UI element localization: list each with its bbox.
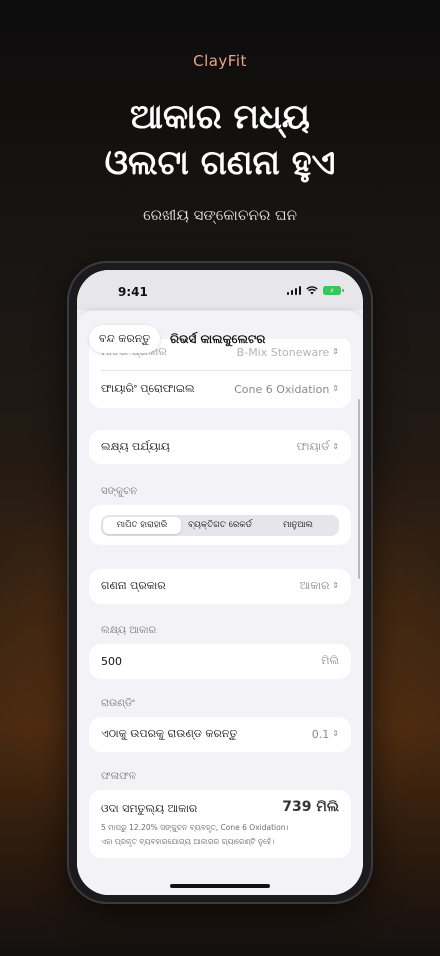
calc-type-label: ଗଣନା ପ୍ରକାର — [101, 579, 166, 592]
brand-name: ClayFit — [193, 52, 247, 70]
stage-card: ଲକ୍ଷ୍ୟ ପର୍ଯ୍ୟାୟ ଫାୟାର୍ଡ ⇕ — [89, 430, 351, 464]
firing-profile-label: ଫାୟାରିଂ ପ୍ରୋଫାଇଲ — [101, 382, 195, 395]
target-stage-value: ଫାୟାର୍ଡ ⇕ — [296, 440, 339, 453]
calc-type-value: ଆକାର ⇕ — [299, 579, 339, 592]
promo-headline: ଆକାର ମଧ୍ୟ ଓଲଟା ଗଣନା ହୁଏ — [0, 94, 440, 186]
promo-subtitle: ରେଖୀୟ ସଙ୍କୋଚନର ଘନ — [143, 206, 297, 224]
rounding-label: ଏଠାକୁ ଉପରକୁ ରାଉଣ୍ଡ କରନ୍ତୁ — [101, 727, 238, 740]
result-note-line-1: 5 ମାପରୁ 12.20% ସଙ୍କୁଚନ ବ୍ୟବହୃତ, Cone 6 O… — [101, 823, 289, 832]
rounding-section-title: ରାଉଣ୍ଡିଂ — [101, 698, 135, 709]
rounding-value: 0.1 ⇕ — [311, 727, 339, 741]
headline-line-1: ଆକାର ମଧ୍ୟ — [130, 97, 310, 137]
headline-line-2: ଓଲଟା ଗଣନା ହୁଏ — [104, 143, 336, 183]
target-stage-row[interactable]: ଲକ୍ଷ୍ୟ ପର୍ଯ୍ୟାୟ ଫାୟାର୍ଡ ⇕ — [101, 440, 339, 454]
form-scroll-area[interactable]: ମାଟିର ପ୍ରକାର B-Mix Stoneware⇕ ଫାୟାରିଂ ପ୍… — [77, 339, 363, 895]
cellular-signal-icon — [286, 286, 301, 295]
phone-frame: 9:41 ⚡ ବନ୍ଦ କରନ୍ତୁ ରିଭର୍ସ କାଲକୁଲେଟର B-Mi… — [67, 261, 373, 904]
target-size-section-title: ଲକ୍ଷ୍ୟ ଆକାର — [101, 625, 157, 636]
result-label: ଓଦା ସମତୁଲ୍ୟ ଆକାର — [101, 802, 198, 815]
chevron-updown-icon: ⇕ — [332, 384, 339, 393]
rounding-card: ଏଠାକୁ ଉପରକୁ ରାଉଣ୍ଡ କରନ୍ତୁ 0.1 ⇕ — [89, 717, 351, 752]
firing-profile-value: Cone 6 Oxidation ⇕ — [234, 382, 339, 396]
segment-manual[interactable]: ମାନୁଆଲ — [259, 517, 337, 534]
battery-charging-icon: ⚡ — [323, 286, 344, 295]
result-section-title: ଫଳାଫଳ — [101, 771, 136, 782]
target-stage-label: ଲକ୍ଷ୍ୟ ପର୍ଯ୍ୟାୟ — [101, 440, 170, 453]
chevron-updown-icon: ⇕ — [332, 581, 339, 590]
sheet-title: ରିଭର୍ସ କାଲକୁଲେଟର — [170, 332, 266, 346]
close-button[interactable]: ବନ୍ଦ କରନ୍ତୁ — [89, 325, 161, 353]
result-note-line-2: ଏହା ପ୍ରକୃତ ବ୍ୟବହାରଯୋଗ୍ୟ ଆକାରର ଗ୍ୟାରେଣ୍ଟି… — [101, 837, 275, 846]
target-size-row[interactable]: 500 ମିଲି — [101, 654, 339, 668]
chevron-updown-icon: ⇕ — [332, 442, 339, 451]
target-size-unit: ମିଲି — [321, 654, 339, 667]
result-card: ଓଦା ସମତୁଲ୍ୟ ଆକାର 739 ମିଲି 5 ମାପରୁ 12.20%… — [89, 790, 351, 858]
calc-type-card: ଗଣନା ପ୍ରକାର ଆକାର ⇕ — [89, 569, 351, 604]
rounding-row[interactable]: ଏଠାକୁ ଉପରକୁ ରାଉଣ୍ଡ କରନ୍ତୁ 0.1 ⇕ — [101, 727, 339, 741]
phone-screen: 9:41 ⚡ ବନ୍ଦ କରନ୍ତୁ ରିଭର୍ସ କାଲକୁଲେଟର B-Mi… — [77, 270, 363, 895]
status-bar: 9:41 ⚡ — [77, 270, 363, 310]
firing-profile-row[interactable]: ଫାୟାରିଂ ପ୍ରୋଫାଇଲ Cone 6 Oxidation ⇕ — [101, 382, 339, 396]
target-size-card: 500 ମିଲି — [89, 644, 351, 679]
shrinkage-source-segmented-control[interactable]: ମାପିତ ହାରାହାରି ବ୍ୟକ୍ତିଗତ ରେକର୍ଡ ମାନୁଆଲ — [101, 515, 339, 536]
target-size-input[interactable]: 500 — [101, 655, 122, 668]
calculator-sheet: ବନ୍ଦ କରନ୍ତୁ ରିଭର୍ସ କାଲକୁଲେଟର ମାଟିର ପ୍ରକା… — [77, 311, 363, 895]
scrollbar[interactable] — [357, 399, 360, 579]
segment-personal-record[interactable]: ବ୍ୟକ୍ତିଗତ ରେକର୍ଡ — [181, 517, 259, 534]
divider — [101, 370, 351, 371]
chevron-updown-icon: ⇕ — [332, 729, 339, 738]
shrinkage-section-title: ସଙ୍କୁଚନ — [101, 486, 138, 497]
clay-type-value: B-Mix Stoneware ⇕ — [236, 345, 339, 359]
status-time: 9:41 — [118, 285, 148, 299]
status-icons: ⚡ — [286, 286, 344, 295]
chevron-updown-icon: ⇕ — [332, 347, 339, 356]
result-value: 739 ମିଲି — [282, 799, 339, 815]
calc-type-row[interactable]: ଗଣନା ପ୍ରକାର ଆକାର ⇕ — [101, 579, 339, 593]
wifi-icon — [306, 286, 318, 295]
segment-measured-average[interactable]: ମାପିତ ହାରାହାରି — [103, 517, 181, 534]
home-indicator — [170, 884, 270, 888]
